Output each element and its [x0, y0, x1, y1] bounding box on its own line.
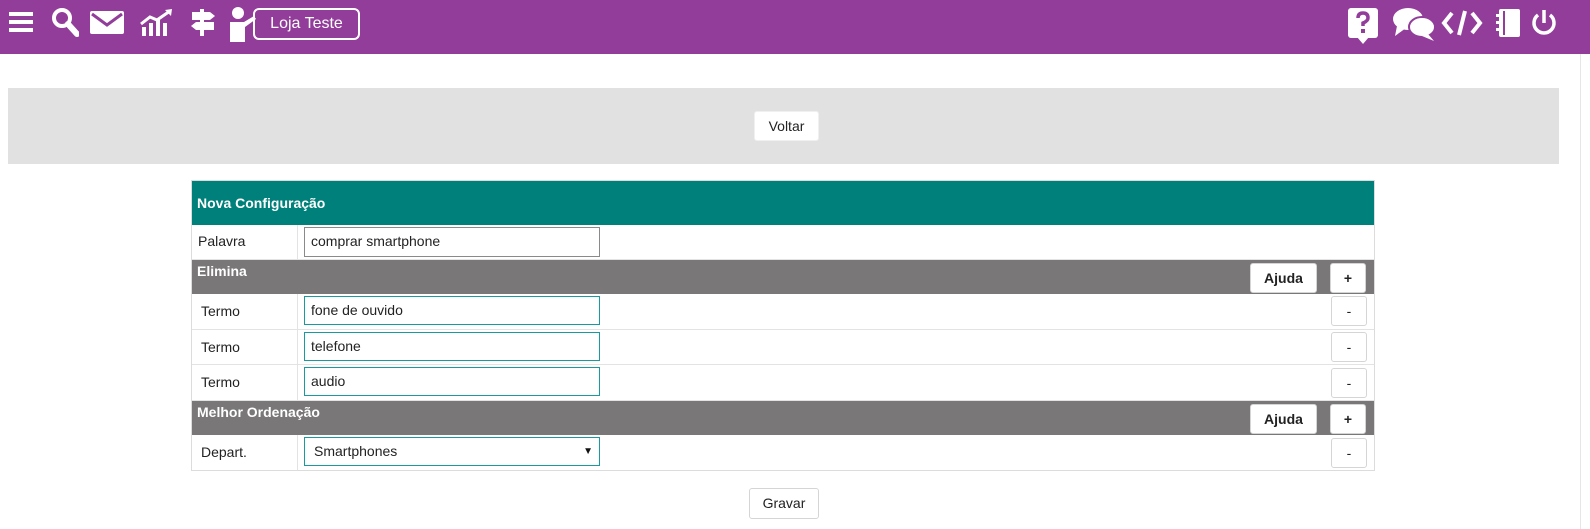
chevron-down-icon: ▼	[583, 446, 593, 457]
mail-icon[interactable]	[89, 10, 125, 35]
term-row: Termo fone de ouvido -	[192, 294, 1374, 330]
eliminate-section-title: Elimina	[197, 263, 247, 279]
term-row: Termo telefone -	[192, 330, 1374, 365]
panel-title: Nova Configuração	[192, 181, 1374, 225]
term-label: Termo	[192, 294, 298, 329]
word-label: Palavra	[192, 225, 298, 259]
remove-term-button[interactable]: -	[1331, 368, 1367, 398]
remove-department-button[interactable]: -	[1331, 438, 1367, 468]
term-input[interactable]: telefone	[304, 332, 600, 361]
configuration-panel: Nova Configuração Palavra comprar smartp…	[191, 180, 1375, 471]
remove-term-button[interactable]: -	[1331, 332, 1367, 362]
power-icon[interactable]	[1530, 8, 1558, 38]
eliminate-section-header: Elimina Ajuda +	[192, 260, 1374, 294]
code-icon[interactable]	[1441, 10, 1483, 36]
word-input[interactable]: comprar smartphone	[304, 227, 600, 257]
signpost-icon[interactable]	[190, 7, 216, 37]
term-row: Termo audio -	[192, 365, 1374, 401]
help-icon[interactable]	[1347, 7, 1379, 45]
notebook-icon[interactable]	[1496, 8, 1521, 38]
save-button[interactable]: Gravar	[749, 488, 819, 519]
presenter-icon[interactable]	[228, 6, 256, 42]
ordering-add-button[interactable]: +	[1330, 404, 1366, 434]
term-input[interactable]: fone de ouvido	[304, 296, 600, 325]
top-navigation-bar: Loja Teste	[0, 0, 1590, 54]
growth-chart-icon[interactable]	[140, 9, 174, 37]
department-row: Depart. Smartphones ▼ -	[192, 435, 1374, 470]
eliminate-help-button[interactable]: Ajuda	[1250, 263, 1317, 293]
menu-icon[interactable]	[9, 11, 33, 33]
term-label: Termo	[192, 330, 298, 364]
back-button[interactable]: Voltar	[754, 111, 819, 141]
search-icon[interactable]	[51, 7, 79, 37]
vertical-scrollbar[interactable]	[1580, 54, 1590, 529]
remove-term-button[interactable]: -	[1331, 296, 1367, 326]
term-label: Termo	[192, 365, 298, 400]
department-select-value: Smartphones	[314, 443, 398, 459]
word-row: Palavra comprar smartphone	[192, 225, 1374, 260]
store-selector-button[interactable]: Loja Teste	[253, 8, 360, 40]
department-select[interactable]: Smartphones ▼	[304, 437, 600, 466]
department-label: Depart.	[192, 435, 298, 470]
term-input[interactable]: audio	[304, 367, 600, 396]
ordering-section-title: Melhor Ordenação	[197, 404, 320, 420]
ordering-help-button[interactable]: Ajuda	[1250, 404, 1317, 434]
chat-icon[interactable]	[1392, 6, 1436, 42]
eliminate-add-button[interactable]: +	[1330, 263, 1366, 293]
ordering-section-header: Melhor Ordenação Ajuda +	[192, 401, 1374, 435]
